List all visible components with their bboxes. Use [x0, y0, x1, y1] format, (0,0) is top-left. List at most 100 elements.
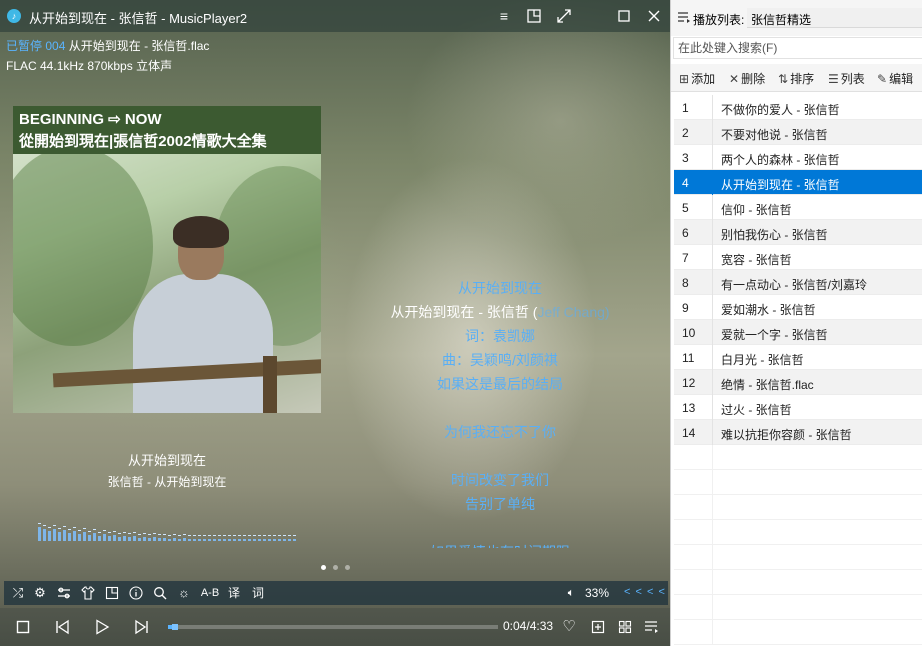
playlist-selector[interactable]: 张信哲精选	[747, 8, 922, 28]
spectrum-bar	[88, 535, 91, 541]
spectrum-peak	[78, 530, 81, 531]
column-divider	[712, 320, 713, 345]
track-row[interactable]: 8 有一点动心 - 张信哲/刘嘉玲	[674, 270, 922, 295]
track-row[interactable]: 9 爱如潮水 - 张信哲	[674, 295, 922, 320]
sort-button[interactable]: ⇅ 排序	[778, 70, 814, 87]
volume-value[interactable]: 33%	[585, 586, 609, 600]
lyrics-panel[interactable]: 从开始到现在 从开始到现在 - 张信哲 (Jeff Chang) 词：袁凯娜 曲：吴颖…	[340, 276, 660, 548]
settings-gear-icon[interactable]: ⚙	[32, 584, 48, 602]
lyric-text: 从开始到现在	[458, 280, 542, 296]
track-row[interactable]: 11 白月光 - 张信哲	[674, 345, 922, 370]
volume-scroll-indicator[interactable]: < < < <	[624, 586, 666, 598]
add-button[interactable]: ⊞ 添加	[679, 70, 715, 87]
playlist-header-label: 播放列表:	[693, 13, 745, 27]
edit-button[interactable]: ✎ 编辑	[877, 70, 913, 87]
spectrum-bar	[133, 536, 136, 541]
empty-row	[674, 570, 922, 595]
heart-icon[interactable]: ♡	[560, 617, 578, 637]
translate-button[interactable]: 译	[226, 584, 242, 602]
lyric-text: 告别了单纯	[465, 496, 535, 512]
page-dot[interactable]	[345, 565, 350, 570]
delete-button[interactable]: ✕ 删除	[729, 70, 765, 87]
ab-repeat-button[interactable]: A-B	[198, 584, 222, 602]
spectrum-bar	[198, 539, 201, 541]
lyric-text: 如果爱情也有时间期限	[430, 544, 570, 548]
column-divider	[712, 595, 713, 620]
list-button[interactable]: ☰ 列表	[828, 70, 865, 87]
spectrum-peak	[183, 534, 186, 535]
spectrum-bar	[223, 539, 226, 541]
spectrum-peak	[168, 535, 171, 536]
equalizer-icon[interactable]	[56, 584, 72, 602]
track-row[interactable]: 2 不要对他说 - 张信哲	[674, 120, 922, 145]
progress-bar[interactable]	[168, 624, 498, 630]
spectrum-bar	[38, 527, 41, 541]
play-icon[interactable]	[93, 617, 111, 637]
playlist-toggle-icon[interactable]	[643, 617, 661, 637]
track-row[interactable]: 10 爱就一个字 - 张信哲	[674, 320, 922, 345]
next-track-icon[interactable]	[133, 617, 151, 637]
maximize-icon[interactable]	[613, 6, 635, 26]
title-bar[interactable]: ♪ 从开始到现在 - 张信哲 - MusicPlayer2 ≡	[0, 0, 670, 32]
spectrum-peak	[53, 525, 56, 526]
page-dot[interactable]	[321, 565, 326, 570]
spectrum-peak	[163, 534, 166, 535]
playlist-search-input[interactable]	[673, 37, 922, 59]
stop-icon[interactable]	[14, 617, 32, 637]
page-indicator[interactable]	[317, 565, 357, 573]
column-divider	[712, 170, 713, 195]
spectrum-peak	[293, 535, 296, 536]
track-row[interactable]: 5 信仰 - 张信哲	[674, 195, 922, 220]
lyric-text: 为何我还忘不了你	[444, 424, 556, 440]
playlist-name: 张信哲精选	[751, 13, 812, 27]
volume-icon[interactable]: 🔈︎	[564, 584, 578, 602]
info-icon[interactable]	[128, 584, 144, 602]
search-icon[interactable]	[152, 584, 168, 602]
track-row[interactable]: 13 过火 - 张信哲	[674, 395, 922, 420]
spectrum-bar	[228, 539, 231, 541]
spectrum-peak	[143, 533, 146, 534]
shuffle-icon[interactable]: ⤮	[10, 584, 26, 602]
column-divider	[712, 145, 713, 170]
spectrum-peak	[198, 535, 201, 536]
brightness-icon[interactable]: ☼	[176, 584, 192, 602]
previous-track-icon[interactable]	[53, 617, 71, 637]
fullscreen-icon[interactable]	[553, 6, 575, 26]
lyric-line: 从开始到现在	[340, 278, 660, 298]
track-row[interactable]: 6 别怕我伤心 - 张信哲	[674, 220, 922, 245]
lyrics-button[interactable]: 词	[250, 584, 266, 602]
spectrum-peak	[88, 531, 91, 532]
spectrum-bar	[148, 538, 151, 541]
column-divider	[712, 370, 713, 395]
list-button-label: 列表	[840, 72, 865, 86]
progress-handle[interactable]	[171, 624, 178, 630]
track-row[interactable]: 4 从开始到现在 - 张信哲	[674, 170, 922, 195]
spectrum-bar	[263, 539, 266, 541]
track-row[interactable]: 12 绝情 - 张信哲.flac	[674, 370, 922, 395]
art-figure-body	[133, 274, 273, 413]
skin-shirt-icon[interactable]	[80, 584, 96, 602]
menu-icon[interactable]: ≡	[493, 6, 515, 26]
mini-mode-icon[interactable]	[523, 6, 545, 26]
edit-button-label: 编辑	[889, 72, 914, 86]
column-divider	[712, 195, 713, 220]
track-title: 过火 - 张信哲	[721, 403, 792, 417]
spectrum-peak	[158, 534, 161, 535]
add-to-playlist-icon[interactable]	[589, 617, 607, 637]
column-divider	[712, 570, 713, 595]
mini-mode-icon[interactable]	[104, 584, 120, 602]
now-playing-subtitle: 张信哲 - 从开始到现在	[107, 475, 227, 489]
page-dot[interactable]	[333, 565, 338, 570]
spectrum-bar	[78, 534, 81, 541]
track-row[interactable]: 3 两个人的森林 - 张信哲	[674, 145, 922, 170]
lyric-line: 告别了单纯	[340, 494, 660, 514]
track-title: 不做你的爱人 - 张信哲	[721, 103, 840, 117]
track-row[interactable]: 7 宽容 - 张信哲	[674, 245, 922, 270]
playlist-toolbar: ⊞ 添加 ✕ 删除 ⇅ 排序 ☰ 列表 ✎ 编辑	[671, 64, 922, 92]
spectrum-peak	[263, 535, 266, 536]
grid-view-icon[interactable]	[616, 617, 634, 637]
close-icon[interactable]	[643, 6, 665, 26]
album-cover: BEGINNING ⇨ NOW 從開始到現在|張信哲2002情歌大全集	[13, 106, 321, 413]
track-row[interactable]: 14 难以抗拒你容颜 - 张信哲	[674, 420, 922, 445]
track-row[interactable]: 1 不做你的爱人 - 张信哲	[674, 95, 922, 120]
